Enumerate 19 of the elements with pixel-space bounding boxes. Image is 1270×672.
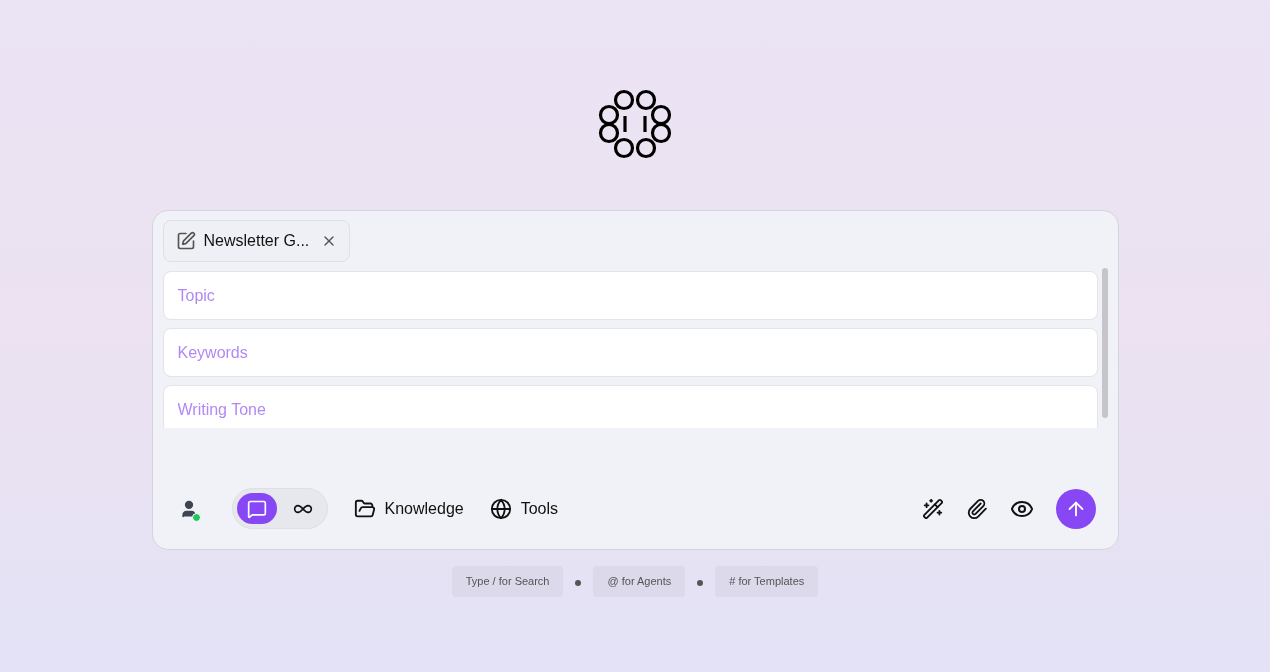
knowledge-button[interactable]: Knowledge bbox=[353, 496, 464, 521]
template-field[interactable]: Writing Tone bbox=[162, 385, 1098, 428]
send-button[interactable] bbox=[1055, 488, 1096, 529]
chat-bubble-icon bbox=[246, 498, 267, 519]
template-name: Newsletter G... bbox=[203, 231, 310, 251]
template-field[interactable]: Keywords bbox=[162, 328, 1098, 377]
edit-icon bbox=[175, 231, 196, 251]
paperclip-icon[interactable] bbox=[965, 497, 988, 520]
magic-wand-icon[interactable] bbox=[921, 497, 944, 520]
chat-mode-button[interactable] bbox=[236, 493, 277, 524]
shortcut-hint: Type / for Search bbox=[451, 566, 564, 597]
shortcut-hint: @ for Agents bbox=[593, 566, 686, 597]
shortcut-hint: # for Templates bbox=[715, 566, 819, 597]
scrollbar[interactable] bbox=[1101, 268, 1108, 418]
template-chip[interactable]: Newsletter G... bbox=[162, 220, 351, 262]
template-field[interactable]: Topic bbox=[162, 271, 1098, 320]
tools-button[interactable]: Tools bbox=[489, 496, 559, 521]
folder-icon bbox=[353, 497, 376, 520]
globe-icon bbox=[489, 497, 512, 520]
